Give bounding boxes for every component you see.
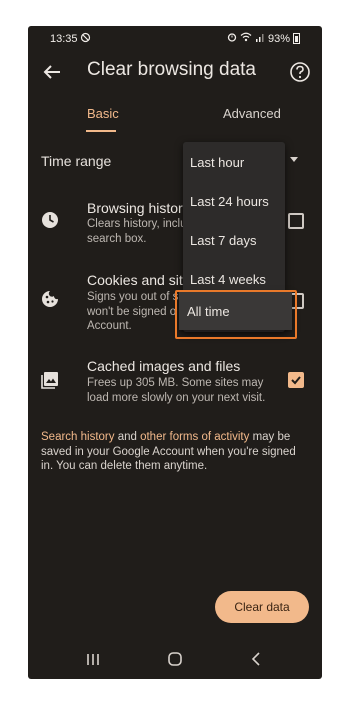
cookie-icon: [42, 291, 58, 307]
option-last-hour[interactable]: Last hour: [190, 155, 244, 170]
other-activity-link[interactable]: other forms of activity: [140, 431, 249, 443]
status-icons: 93%: [227, 32, 300, 45]
option-last-24-hours[interactable]: Last 24 hours: [190, 194, 269, 209]
back-arrow-icon[interactable]: [38, 58, 66, 86]
cached-images-checkbox[interactable]: [288, 372, 304, 388]
time-range-label: Time range: [41, 153, 112, 169]
nav-back-icon[interactable]: [251, 652, 261, 666]
tab-basic[interactable]: Basic: [87, 106, 119, 121]
option-last-4-weeks[interactable]: Last 4 weeks: [190, 272, 266, 287]
battery-icon: [293, 33, 300, 44]
help-icon[interactable]: [289, 61, 311, 83]
phone-screen: 13:35 93% Clear browsing data Basic Adva: [28, 26, 322, 679]
recents-icon[interactable]: [86, 653, 100, 666]
wifi-icon: [240, 32, 252, 45]
footnote: Search history and other forms of activi…: [41, 431, 296, 472]
tab-advanced[interactable]: Advanced: [223, 106, 281, 121]
browsing-history-checkbox[interactable]: [288, 213, 304, 229]
clear-data-button[interactable]: Clear data: [215, 591, 309, 623]
search-history-link[interactable]: Search history: [41, 431, 115, 443]
image-icon: [41, 372, 58, 389]
dropdown-arrow-icon[interactable]: [290, 157, 298, 162]
status-time: 13:35: [50, 33, 78, 45]
status-bar: 13:35 93%: [28, 26, 322, 52]
highlight-box: [175, 290, 297, 339]
home-icon[interactable]: [168, 652, 182, 666]
page-title: Clear browsing data: [87, 59, 256, 80]
cookies-title: Cookies and site: [87, 272, 191, 288]
tab-indicator: [86, 130, 116, 132]
browsing-history-title: Browsing history: [87, 200, 190, 216]
battery-percent: 93%: [267, 32, 290, 45]
cached-images-title: Cached images and files: [87, 358, 241, 374]
do-not-disturb-icon: [80, 32, 91, 46]
signal-icon: [255, 32, 265, 45]
alarm-icon: [227, 32, 237, 45]
cached-images-desc: Frees up 305 MB. Some sites may load mor…: [87, 377, 266, 404]
checkmark-icon: [291, 376, 301, 385]
option-last-7-days[interactable]: Last 7 days: [190, 233, 257, 248]
clock-icon: [42, 212, 58, 228]
navigation-bar: [28, 640, 322, 679]
